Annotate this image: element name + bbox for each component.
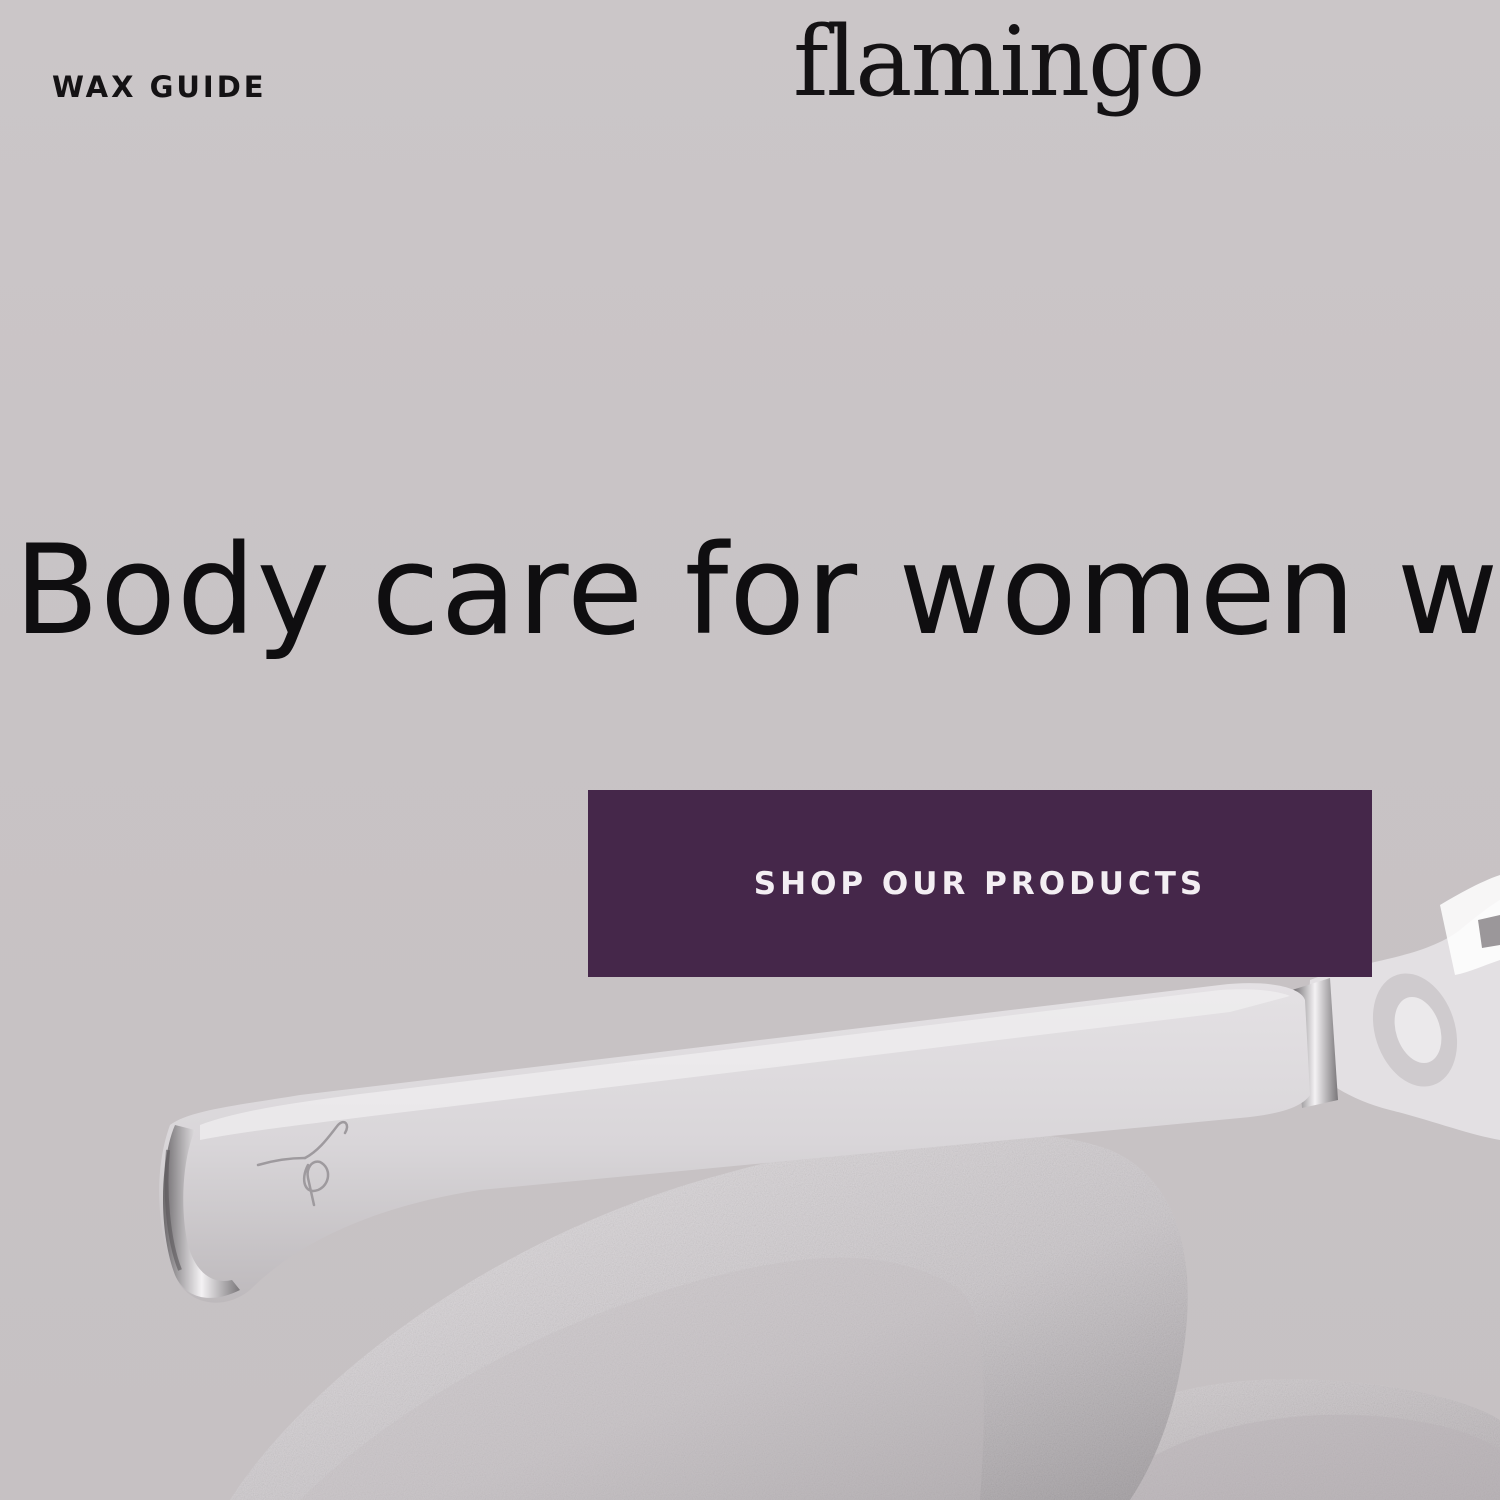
hero-page: WAX GUIDE flamingo Body care for women w [0,0,1500,1500]
shop-our-products-button[interactable]: SHOP OUR PRODUCTS [588,790,1372,977]
razor-on-stone-image [159,875,1500,1500]
